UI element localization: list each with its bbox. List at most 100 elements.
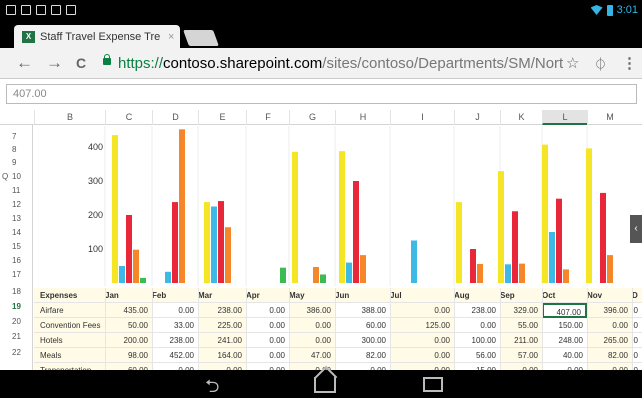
bar-sep-hotels[interactable] — [512, 211, 518, 283]
table-cell[interactable]: 33.00 — [152, 318, 198, 333]
table-cell[interactable]: 0.00 — [335, 363, 390, 370]
close-tab-icon[interactable]: × — [168, 31, 174, 43]
table-cell[interactable]: 0 — [632, 303, 642, 318]
column-header-F[interactable]: F — [246, 110, 289, 125]
column-header-J[interactable]: J — [454, 110, 500, 125]
row-header-8[interactable]: 8 — [12, 145, 32, 154]
home-nav-icon[interactable] — [314, 377, 336, 393]
menu-icon[interactable]: ⋮ — [622, 54, 637, 72]
row-header-15[interactable]: 15 — [12, 242, 32, 251]
table-cell[interactable]: 238.00 — [152, 333, 198, 348]
table-cell[interactable]: 435.00 — [105, 303, 152, 318]
row-header-13[interactable]: 13 — [12, 214, 32, 223]
bar-oct-convention-fees[interactable] — [549, 232, 555, 283]
column-header-L[interactable]: L — [542, 110, 587, 125]
bar-may-airfare[interactable] — [292, 151, 298, 283]
bar-jan-hotels[interactable] — [126, 215, 132, 283]
row-header-20[interactable]: 20 — [12, 317, 32, 326]
table-cell[interactable]: 0.00 — [390, 363, 454, 370]
browser-tab[interactable]: X Staff Travel Expense Tre × — [14, 25, 180, 48]
table-cell[interactable]: 0.00 — [500, 363, 542, 370]
new-tab-button[interactable] — [183, 30, 219, 46]
table-cell[interactable]: 98.00 — [105, 348, 152, 363]
column-header-E[interactable]: E — [198, 110, 246, 125]
row-label[interactable]: Transportation — [34, 363, 105, 370]
bar-nov-meals[interactable] — [607, 255, 613, 283]
row-header-22[interactable]: 22 — [12, 348, 32, 357]
bar-jun-convention-fees[interactable] — [346, 262, 352, 283]
formula-bar[interactable]: 407.00 — [6, 84, 637, 104]
table-cell[interactable]: 125.00 — [390, 318, 454, 333]
column-header-B[interactable]: B — [34, 110, 105, 125]
table-cell[interactable]: 0.00 — [152, 363, 198, 370]
table-cell[interactable]: 0.00 — [542, 363, 587, 370]
table-cell[interactable]: 82.00 — [587, 348, 632, 363]
table-cell[interactable]: 15.00 — [454, 363, 500, 370]
back-icon[interactable]: ← — [16, 54, 33, 72]
row-header-21[interactable]: 21 — [12, 332, 32, 341]
bar-oct-airfare[interactable] — [542, 144, 548, 283]
bar-aug-hotels[interactable] — [470, 249, 476, 283]
bar-oct-hotels[interactable] — [556, 198, 562, 283]
table-cell[interactable]: 47.00 — [289, 348, 335, 363]
bar-jul-convention-fees[interactable] — [411, 240, 417, 284]
bar-jun-hotels[interactable] — [353, 181, 359, 283]
table-cell[interactable]: 57.00 — [500, 348, 542, 363]
table-cell[interactable]: 60.00 — [105, 363, 152, 370]
bar-aug-airfare[interactable] — [456, 202, 462, 283]
table-cell[interactable]: 0 — [632, 348, 642, 363]
table-cell[interactable]: 82.00 — [335, 348, 390, 363]
table-cell[interactable]: 0.00 — [390, 348, 454, 363]
table-cell[interactable]: 0.00 — [246, 318, 289, 333]
forward-icon[interactable]: → — [46, 54, 63, 72]
expense-chart[interactable]: 100 200 300 400 — [34, 126, 642, 286]
bar-sep-meals[interactable] — [519, 263, 525, 283]
bar-jan-meals[interactable] — [133, 249, 139, 283]
table-cell[interactable]: 0 — [632, 363, 642, 370]
table-cell[interactable]: 0.00 — [289, 318, 335, 333]
table-cell[interactable]: 452.00 — [152, 348, 198, 363]
table-cell[interactable]: 0.00 — [246, 333, 289, 348]
table-cell[interactable]: 164.00 — [198, 348, 246, 363]
table-cell[interactable]: 100.00 — [454, 333, 500, 348]
table-cell[interactable]: 0.00 — [152, 303, 198, 318]
table-cell[interactable]: 0.00 — [198, 363, 246, 370]
table-cell[interactable]: 0.00 — [246, 348, 289, 363]
table-cell[interactable]: 40.00 — [542, 348, 587, 363]
table-cell[interactable]: 0 — [632, 333, 642, 348]
row-header-11[interactable]: 11 — [12, 186, 32, 195]
recent-apps-icon[interactable] — [423, 377, 443, 392]
table-cell[interactable]: 225.00 — [198, 318, 246, 333]
bar-mar-convention-fees[interactable] — [211, 206, 217, 284]
bookmark-star-icon[interactable]: ☆ — [566, 54, 579, 72]
bar-sep-airfare[interactable] — [498, 171, 504, 283]
column-header-H[interactable]: H — [335, 110, 390, 125]
table-cell[interactable]: 329.00 — [500, 303, 542, 318]
side-panel-tab[interactable]: ‹ — [630, 215, 642, 243]
table-cell[interactable]: 238.00 — [454, 303, 500, 318]
table-cell[interactable]: 0.00 — [454, 318, 500, 333]
table-cell[interactable]: 0.00 — [587, 318, 632, 333]
row-header-18[interactable]: 18 — [12, 287, 32, 296]
bar-sep-convention-fees[interactable] — [505, 264, 511, 283]
table-cell[interactable]: 211.00 — [500, 333, 542, 348]
table-cell[interactable]: 60.00 — [335, 318, 390, 333]
bar-aug-meals[interactable] — [477, 263, 483, 283]
microphone-icon[interactable]: ⏀ — [594, 54, 607, 73]
bar-feb-meals[interactable] — [179, 129, 185, 283]
column-header-C[interactable]: C — [105, 110, 152, 125]
address-bar[interactable]: https://contoso.sharepoint.com/sites/con… — [104, 55, 564, 73]
reload-icon[interactable]: C — [76, 54, 86, 72]
row-header-19[interactable]: 19 — [12, 302, 32, 311]
bar-may-transportation[interactable] — [320, 274, 326, 284]
row-label[interactable]: Meals — [34, 348, 105, 363]
table-cell[interactable]: 0.00 — [246, 303, 289, 318]
row-header-17[interactable]: 17 — [12, 270, 32, 279]
table-cell[interactable]: 241.00 — [198, 333, 246, 348]
column-header-I[interactable]: I — [390, 110, 454, 125]
selected-cell[interactable]: 407.00 — [542, 303, 587, 318]
bar-feb-hotels[interactable] — [172, 202, 178, 283]
bar-apr-transportation[interactable] — [280, 267, 286, 283]
row-header-7[interactable]: 7 — [12, 132, 32, 141]
bar-jan-airfare[interactable] — [112, 135, 118, 283]
